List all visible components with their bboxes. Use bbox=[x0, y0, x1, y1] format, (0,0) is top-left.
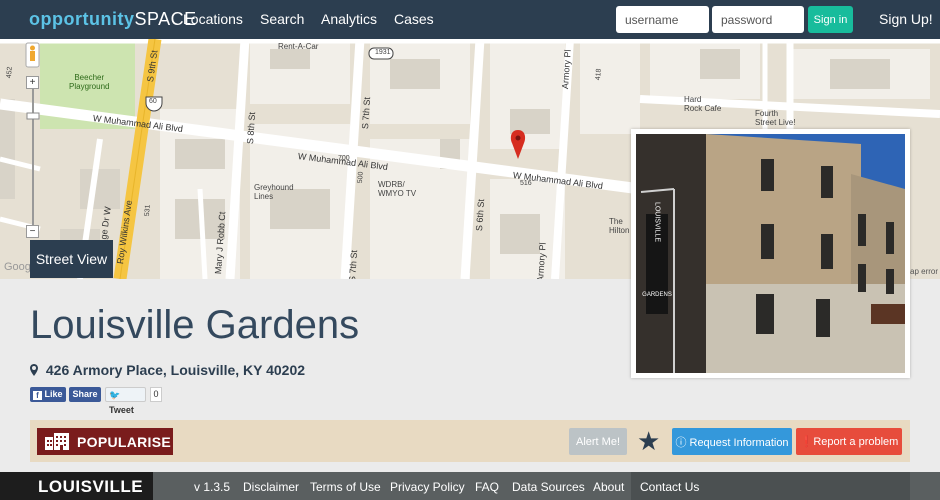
map-label-num-531: 531 bbox=[143, 204, 152, 217]
footer-terms[interactable]: Terms of Use bbox=[310, 480, 381, 494]
request-information-label: Request Information bbox=[689, 436, 789, 449]
nav-search[interactable]: Search bbox=[260, 11, 304, 27]
signup-link[interactable]: Sign Up! bbox=[879, 11, 933, 27]
brand-part1: opportunity bbox=[29, 9, 135, 29]
zoom-out-button[interactable]: − bbox=[26, 225, 39, 238]
map-label-num-500: 500 bbox=[356, 171, 365, 184]
nav-locations[interactable]: Locations bbox=[183, 11, 243, 27]
map-marker-icon bbox=[30, 362, 42, 378]
map-label-wdrb: WDRB/ WMYO TV bbox=[378, 180, 417, 198]
footer-about[interactable]: About bbox=[593, 480, 624, 494]
page-title: Louisville Gardens bbox=[30, 303, 360, 347]
top-navbar: opportunitySPACE Locations Search Analyt… bbox=[0, 0, 940, 39]
map-label-hilton: The Hilton bbox=[609, 217, 630, 235]
star-icon[interactable]: ★ bbox=[637, 426, 660, 456]
brand-logo[interactable]: opportunitySPACE bbox=[29, 9, 197, 30]
map-label-map-error[interactable]: ap error bbox=[910, 267, 938, 276]
location-photo: LOUISVILLE GARDENS bbox=[631, 129, 910, 378]
address: 426 Armory Place, Louisville, KY 40202 bbox=[30, 362, 305, 378]
map-label-s7th-lower: S 7th St bbox=[347, 249, 360, 279]
map-label-num-700: 700 bbox=[338, 155, 350, 162]
map-pin-icon[interactable] bbox=[510, 130, 526, 159]
alert-me-button[interactable]: Alert Me! bbox=[569, 428, 627, 455]
request-information-button[interactable]: ⓘ Request Information bbox=[672, 428, 792, 455]
map-label-num-452: 452 bbox=[5, 66, 14, 79]
action-bar: POPULARISE Alert Me! ★ ⓘ Request Informa… bbox=[30, 420, 910, 462]
nav-cases[interactable]: Cases bbox=[394, 11, 434, 27]
photo-sign-text-1: LOUISVILLE bbox=[654, 202, 661, 242]
map-label-route-1931: 1931 bbox=[375, 49, 391, 56]
report-problem-label: Report a problem bbox=[813, 436, 899, 448]
building-icon bbox=[45, 433, 69, 453]
map-label-beecher: Beecher Playground bbox=[69, 73, 110, 91]
facebook-share-button[interactable]: Share bbox=[69, 387, 101, 402]
facebook-like-button[interactable]: f Like bbox=[30, 387, 66, 402]
twitter-icon: 🐦 bbox=[109, 390, 121, 400]
map-label-route-60: 60 bbox=[149, 98, 157, 105]
footer-faq[interactable]: FAQ bbox=[475, 480, 499, 494]
map-label-fourth-street: Fourth Street Live! bbox=[755, 109, 796, 127]
footer: LOUISVILLE v 1.3.5 Disclaimer Terms of U… bbox=[0, 472, 940, 500]
footer-logo[interactable]: LOUISVILLE bbox=[0, 472, 153, 500]
street-view-button[interactable]: Street View bbox=[30, 240, 113, 278]
map-label-num-516: 516 bbox=[520, 180, 532, 187]
zoom-in-button[interactable]: + bbox=[26, 76, 39, 89]
popularise-button[interactable]: POPULARISE bbox=[37, 428, 173, 455]
map-label-num-418: 418 bbox=[594, 68, 603, 81]
tweet-count: 0 bbox=[150, 387, 162, 402]
map-label-hard-rock: Hard Rock Cafe bbox=[684, 95, 722, 113]
pegman-icon[interactable] bbox=[25, 42, 40, 68]
username-input[interactable] bbox=[616, 6, 709, 33]
alert-circle-icon: ❗ bbox=[799, 436, 814, 448]
building-photo-image: LOUISVILLE GARDENS bbox=[636, 134, 905, 373]
map-label-greyhound: Greyhound Lines bbox=[254, 183, 294, 201]
password-input[interactable] bbox=[712, 6, 804, 33]
tweet-label: Tweet bbox=[109, 405, 134, 415]
signin-button[interactable]: Sign in bbox=[808, 6, 853, 33]
footer-disclaimer[interactable]: Disclaimer bbox=[243, 480, 299, 494]
info-icon: ⓘ bbox=[675, 436, 687, 449]
tweet-button[interactable]: 🐦 Tweet bbox=[105, 387, 146, 415]
footer-version: v 1.3.5 bbox=[194, 480, 231, 494]
facebook-icon: f bbox=[33, 391, 42, 400]
address-text: 426 Armory Place, Louisville, KY 40202 bbox=[45, 362, 306, 378]
photo-sign-text-2: GARDENS bbox=[642, 292, 672, 298]
nav-analytics[interactable]: Analytics bbox=[321, 11, 377, 27]
footer-contact[interactable]: Contact Us bbox=[640, 480, 699, 494]
footer-data-sources[interactable]: Data Sources bbox=[512, 480, 585, 494]
map-label-rent-a-car: Rent-A-Car bbox=[278, 42, 319, 51]
report-problem-button[interactable]: ❗Report a problem bbox=[796, 428, 902, 455]
facebook-like-label: Like bbox=[44, 389, 63, 399]
popularise-label: POPULARISE bbox=[77, 434, 172, 450]
footer-privacy[interactable]: Privacy Policy bbox=[390, 480, 465, 494]
